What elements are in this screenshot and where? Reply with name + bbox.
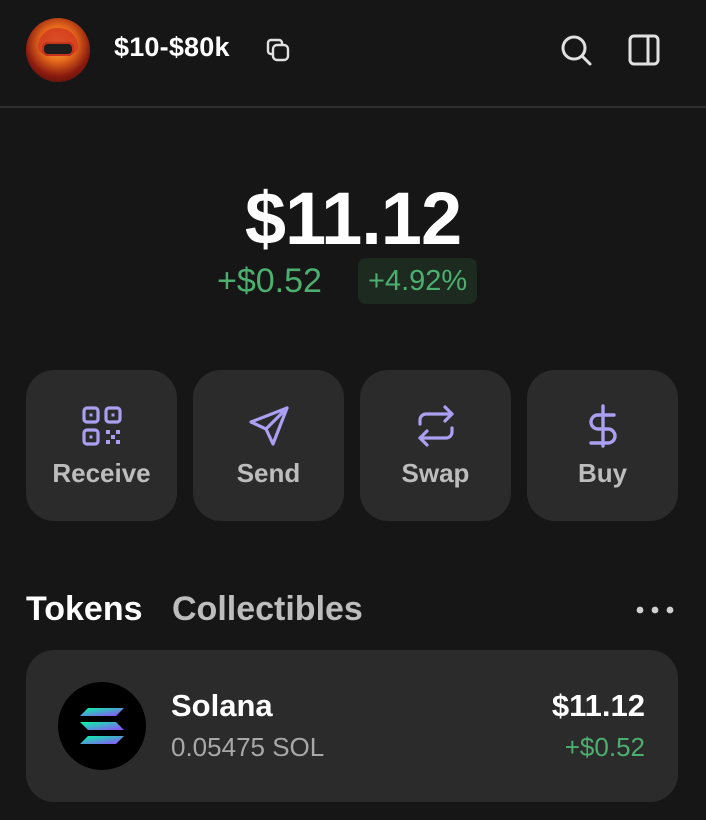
copy-icon[interactable] (264, 36, 292, 64)
send-button[interactable]: Send (193, 370, 344, 521)
balance-change-percent-badge: +4.92% (358, 258, 478, 304)
buy-label: Buy (577, 458, 628, 488)
token-amount: 0.05475 SOL (171, 732, 325, 762)
qr-code-icon (82, 406, 122, 446)
token-row-solana[interactable]: Solana 0.05475 SOL $11.12 +$0.52 (26, 650, 678, 802)
search-icon[interactable] (558, 32, 594, 68)
dollar-icon (589, 404, 617, 448)
receive-button[interactable]: Receive (26, 370, 177, 521)
swap-arrows-icon (418, 405, 454, 447)
total-balance: $11.12 (244, 177, 462, 260)
solana-mark-icon (80, 708, 124, 744)
token-value: $11.12 (551, 688, 645, 723)
send-label: Send (236, 458, 301, 488)
avatar-visor (42, 42, 74, 56)
buy-button[interactable]: Buy (527, 370, 678, 521)
receive-label: Receive (52, 458, 151, 488)
paper-plane-icon (249, 406, 289, 446)
token-name: Solana (171, 688, 273, 723)
sidebar-toggle-icon[interactable] (626, 32, 662, 68)
tab-tokens[interactable]: Tokens (26, 590, 143, 629)
more-options-icon[interactable] (634, 600, 676, 620)
solana-logo-icon (58, 682, 146, 770)
balance-change-row: +$0.52 +4.92% (0, 258, 706, 304)
avatar[interactable] (26, 18, 90, 82)
token-change: +$0.52 (564, 732, 645, 762)
swap-label: Swap (401, 458, 470, 488)
top-bar: $10-$80k (0, 0, 706, 108)
swap-button[interactable]: Swap (360, 370, 511, 521)
tab-collectibles[interactable]: Collectibles (172, 590, 363, 629)
balance-change-amount: +$0.52 (217, 262, 322, 300)
account-name[interactable]: $10-$80k (114, 32, 230, 63)
